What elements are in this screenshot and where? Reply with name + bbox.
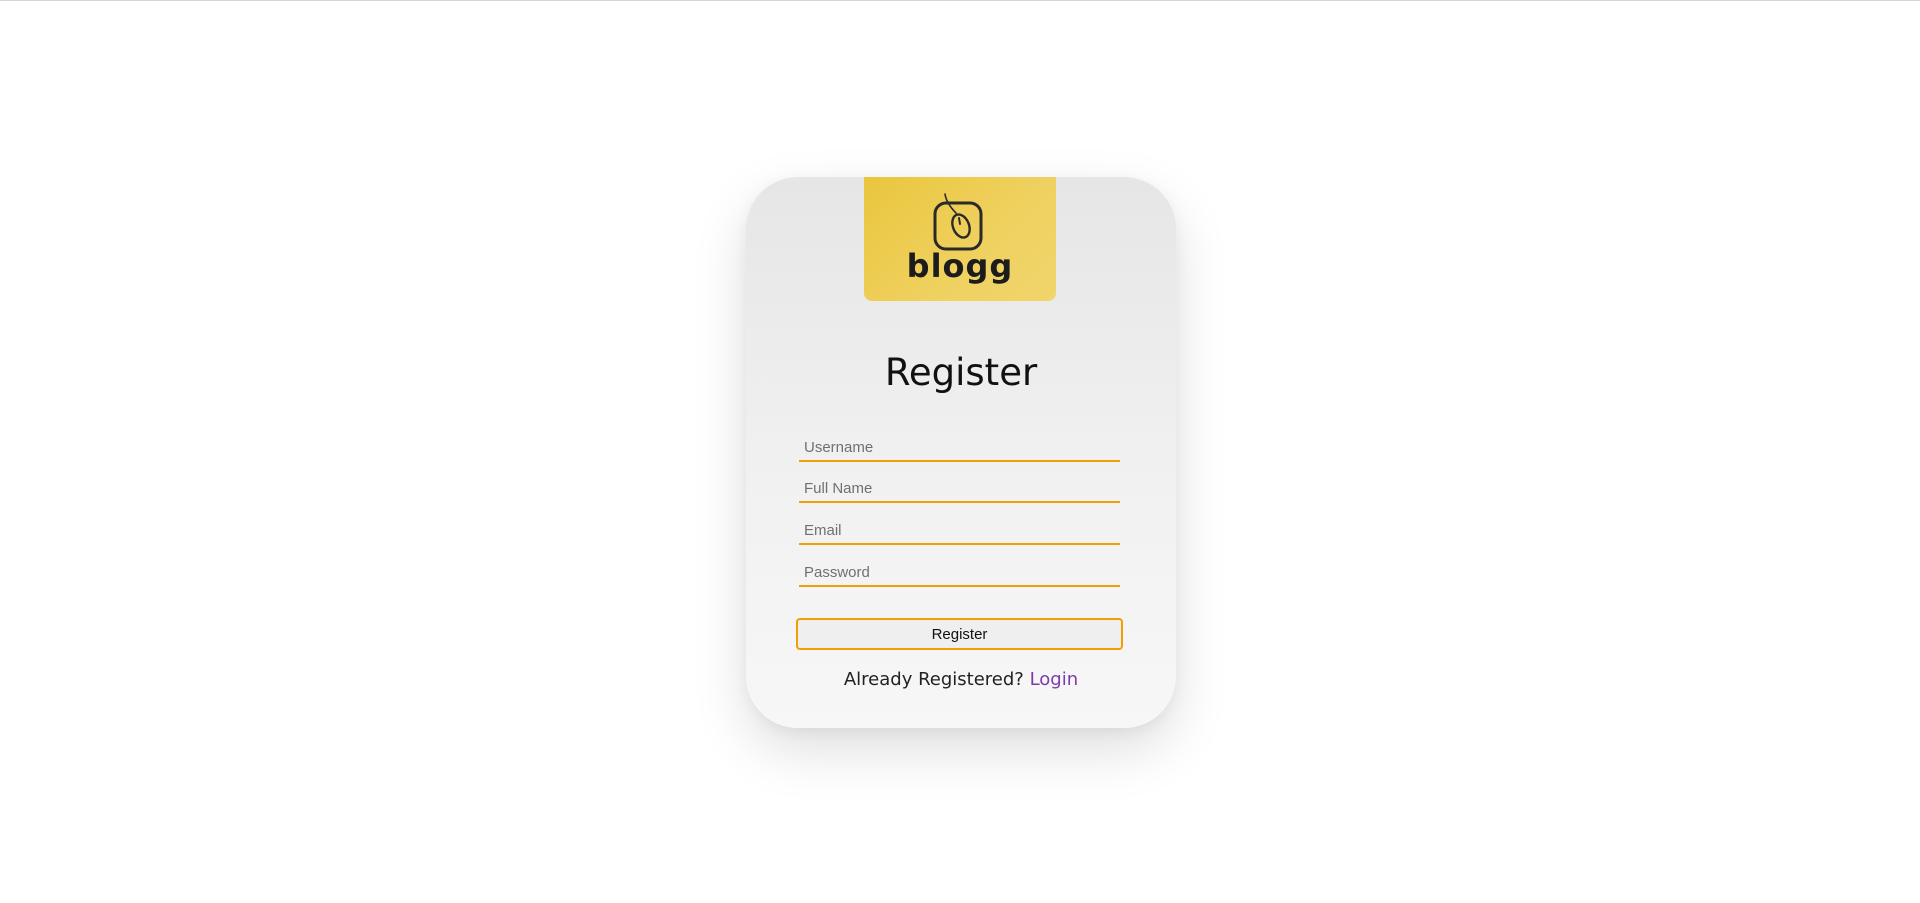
login-prompt: Already Registered? Login <box>746 669 1176 690</box>
email-field[interactable] <box>799 517 1120 545</box>
register-card: blogg Register Register Already Register… <box>746 177 1176 728</box>
brand-wordmark: blogg <box>906 247 1014 285</box>
register-button[interactable]: Register <box>796 618 1123 650</box>
top-border <box>0 0 1920 1</box>
brand-logo: blogg <box>864 177 1056 301</box>
full-name-field[interactable] <box>799 475 1120 503</box>
login-link[interactable]: Login <box>1030 669 1079 690</box>
login-prompt-text: Already Registered? <box>843 669 1024 690</box>
password-field[interactable] <box>799 559 1120 587</box>
mouse-icon <box>933 193 983 251</box>
username-field[interactable] <box>799 434 1120 462</box>
page-title: Register <box>884 351 1038 394</box>
